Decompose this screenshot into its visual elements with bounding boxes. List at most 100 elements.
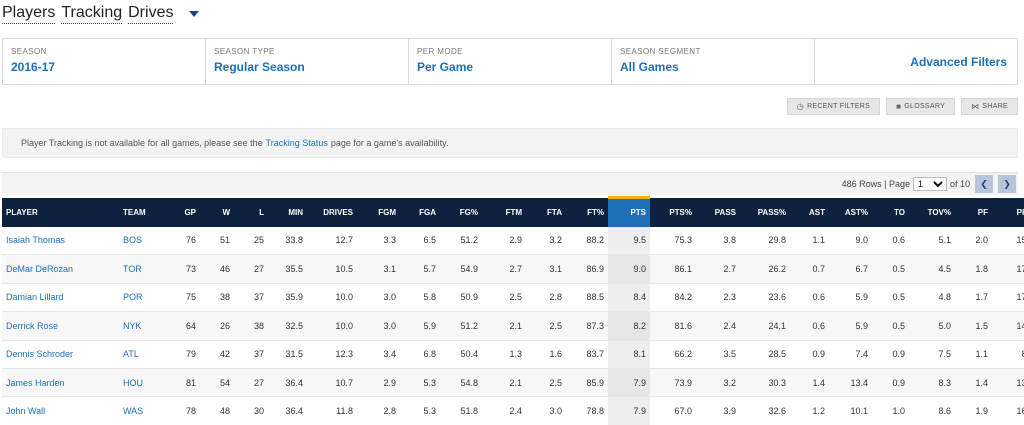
stat-cell: 33.8 [268, 226, 307, 256]
stat-cell: 3.2 [696, 368, 740, 398]
column-header-team[interactable]: TEAM [119, 197, 166, 227]
page-select[interactable]: 1 [912, 177, 947, 191]
column-header-ftm[interactable]: FTM [482, 197, 526, 227]
player-name-link[interactable]: Isaiah Thomas [2, 226, 119, 256]
stat-cell: 8.5 [992, 340, 1024, 369]
stat-cell: 3.0 [357, 283, 400, 313]
team-link[interactable]: NYK [119, 311, 166, 341]
column-header-fgm[interactable]: FGM [357, 197, 400, 227]
chevron-down-icon[interactable] [189, 11, 200, 17]
tracking-notice: Player Tracking is not available for all… [2, 128, 1018, 158]
previous-page-button[interactable]: ❮ [975, 175, 993, 193]
stat-cell: 8.1 [608, 340, 650, 369]
team-link[interactable]: HOU [119, 368, 166, 398]
filter-label: SEASON [11, 47, 47, 56]
stat-cell: 25 [234, 226, 268, 256]
table-row: Isaiah Thomas BOS 76 51 25 33.8 12.7 3.3 6.5 51.2… [2, 226, 1024, 256]
stat-cell: 8.2 [608, 311, 650, 341]
filter-per-mode[interactable]: PER MODE Per Game [409, 39, 612, 84]
column-header-pf[interactable]: PF [955, 197, 992, 227]
stat-cell: 37 [234, 340, 268, 369]
glossary-button[interactable]: ■ GLOSSARY [886, 98, 956, 115]
stat-cell: 11.8 [307, 396, 357, 425]
stat-cell: 2.4 [482, 396, 526, 425]
column-header-tov-pct[interactable]: TOV% [909, 197, 955, 227]
team-link[interactable]: BOS [119, 226, 166, 256]
column-header-ast-pct[interactable]: AST% [829, 197, 872, 227]
column-header-ast[interactable]: AST [790, 197, 829, 227]
column-header-w[interactable]: W [200, 197, 234, 227]
column-header-to[interactable]: TO [872, 197, 909, 227]
advanced-filters-link[interactable]: Advanced Filters [815, 39, 1017, 84]
column-header-min[interactable]: MIN [268, 197, 307, 227]
column-header-pf-pct[interactable]: PF% [992, 197, 1024, 227]
column-header-l[interactable]: L [234, 197, 268, 227]
stat-cell: 37 [234, 283, 268, 313]
stat-cell: 67.0 [650, 396, 696, 425]
column-header-player[interactable]: PLAYER [2, 197, 119, 227]
stat-cell: 10.0 [307, 283, 357, 313]
filter-season-type[interactable]: SEASON TYPE Regular Season [206, 39, 409, 84]
stat-cell: 1.0 [872, 396, 909, 425]
player-name-link[interactable]: John Wall [2, 396, 119, 425]
stat-cell: 42 [200, 340, 234, 369]
recent-filters-button[interactable]: ◷ RECENT FILTERS [786, 98, 881, 115]
title-word-tracking[interactable]: Tracking [61, 3, 123, 24]
filter-season-segment[interactable]: SEASON SEGMENT All Games [612, 39, 815, 84]
stat-cell: 16.3 [992, 396, 1024, 425]
table-row: DeMar DeRozan TOR 73 46 27 35.5 10.5 3.1 5.7 54.9… [2, 254, 1024, 284]
stat-cell: 2.7 [482, 254, 526, 284]
share-button[interactable]: ⋈ SHARE [961, 98, 1018, 115]
team-link[interactable]: TOR [119, 254, 166, 284]
column-header-pts[interactable]: PTS [608, 196, 650, 227]
filter-value[interactable]: Per Game [417, 60, 603, 74]
column-header-pass-pct[interactable]: PASS% [740, 197, 790, 227]
notice-text-after: page for a game's availability. [330, 138, 449, 148]
stat-cell: 5.3 [400, 368, 440, 398]
stat-cell: 38 [200, 283, 234, 313]
filter-value[interactable]: 2016-17 [11, 60, 197, 74]
column-header-fg-pct[interactable]: FG% [440, 197, 482, 227]
stat-cell: 3.2 [526, 226, 566, 256]
stat-cell: 1.2 [790, 396, 829, 425]
player-name-link[interactable]: Dennis Schroder [2, 340, 119, 369]
player-name-link[interactable]: Derrick Rose [2, 311, 119, 341]
column-header-drives[interactable]: DRIVES [307, 197, 357, 227]
filter-value[interactable]: Regular Season [214, 60, 400, 74]
filter-value[interactable]: All Games [620, 60, 806, 74]
stat-cell: 5.9 [829, 311, 872, 341]
team-link[interactable]: WAS [119, 396, 166, 425]
stat-cell: 1.1 [955, 340, 992, 369]
stat-cell: 3.9 [696, 396, 740, 425]
column-header-fta[interactable]: FTA [526, 197, 566, 227]
player-name-link[interactable]: Damian Lillard [2, 283, 119, 313]
stat-cell: 3.8 [696, 226, 740, 256]
filter-season[interactable]: SEASON 2016-17 [3, 39, 206, 84]
column-header-fga[interactable]: FGA [400, 197, 440, 227]
column-header-gp[interactable]: GP [166, 197, 200, 227]
player-name-link[interactable]: DeMar DeRozan [2, 254, 119, 284]
title-word-drives[interactable]: Drives [128, 3, 174, 24]
stat-cell: 7.4 [829, 340, 872, 369]
tracking-status-link[interactable]: Tracking Status [266, 138, 328, 148]
column-header-pts-pct[interactable]: PTS% [650, 197, 696, 227]
stat-cell: 2.9 [357, 368, 400, 398]
stat-cell: 1.6 [526, 340, 566, 369]
stat-cell: 81 [166, 368, 200, 398]
stat-cell: 78 [166, 396, 200, 425]
action-buttons: ◷ RECENT FILTERS ■ GLOSSARY ⋈ SHARE [786, 98, 1018, 115]
column-header-ft-pct[interactable]: FT% [566, 197, 608, 227]
filter-bar: SEASON 2016-17 SEASON TYPE Regular Seaso… [2, 38, 1018, 85]
player-name-link[interactable]: James Harden [2, 368, 119, 398]
stat-cell: 79 [166, 340, 200, 369]
stat-cell: 36.4 [268, 396, 307, 425]
stat-cell: 30.3 [740, 368, 790, 398]
stat-cell: 5.0 [909, 311, 955, 341]
next-page-button[interactable]: ❯ [998, 175, 1016, 193]
team-link[interactable]: POR [119, 283, 166, 313]
team-link[interactable]: ATL [119, 340, 166, 369]
column-header-pass[interactable]: PASS [696, 197, 740, 227]
stat-cell: 29.8 [740, 226, 790, 256]
title-word-players[interactable]: Players [2, 3, 56, 24]
stat-cell: 85.9 [566, 368, 608, 398]
